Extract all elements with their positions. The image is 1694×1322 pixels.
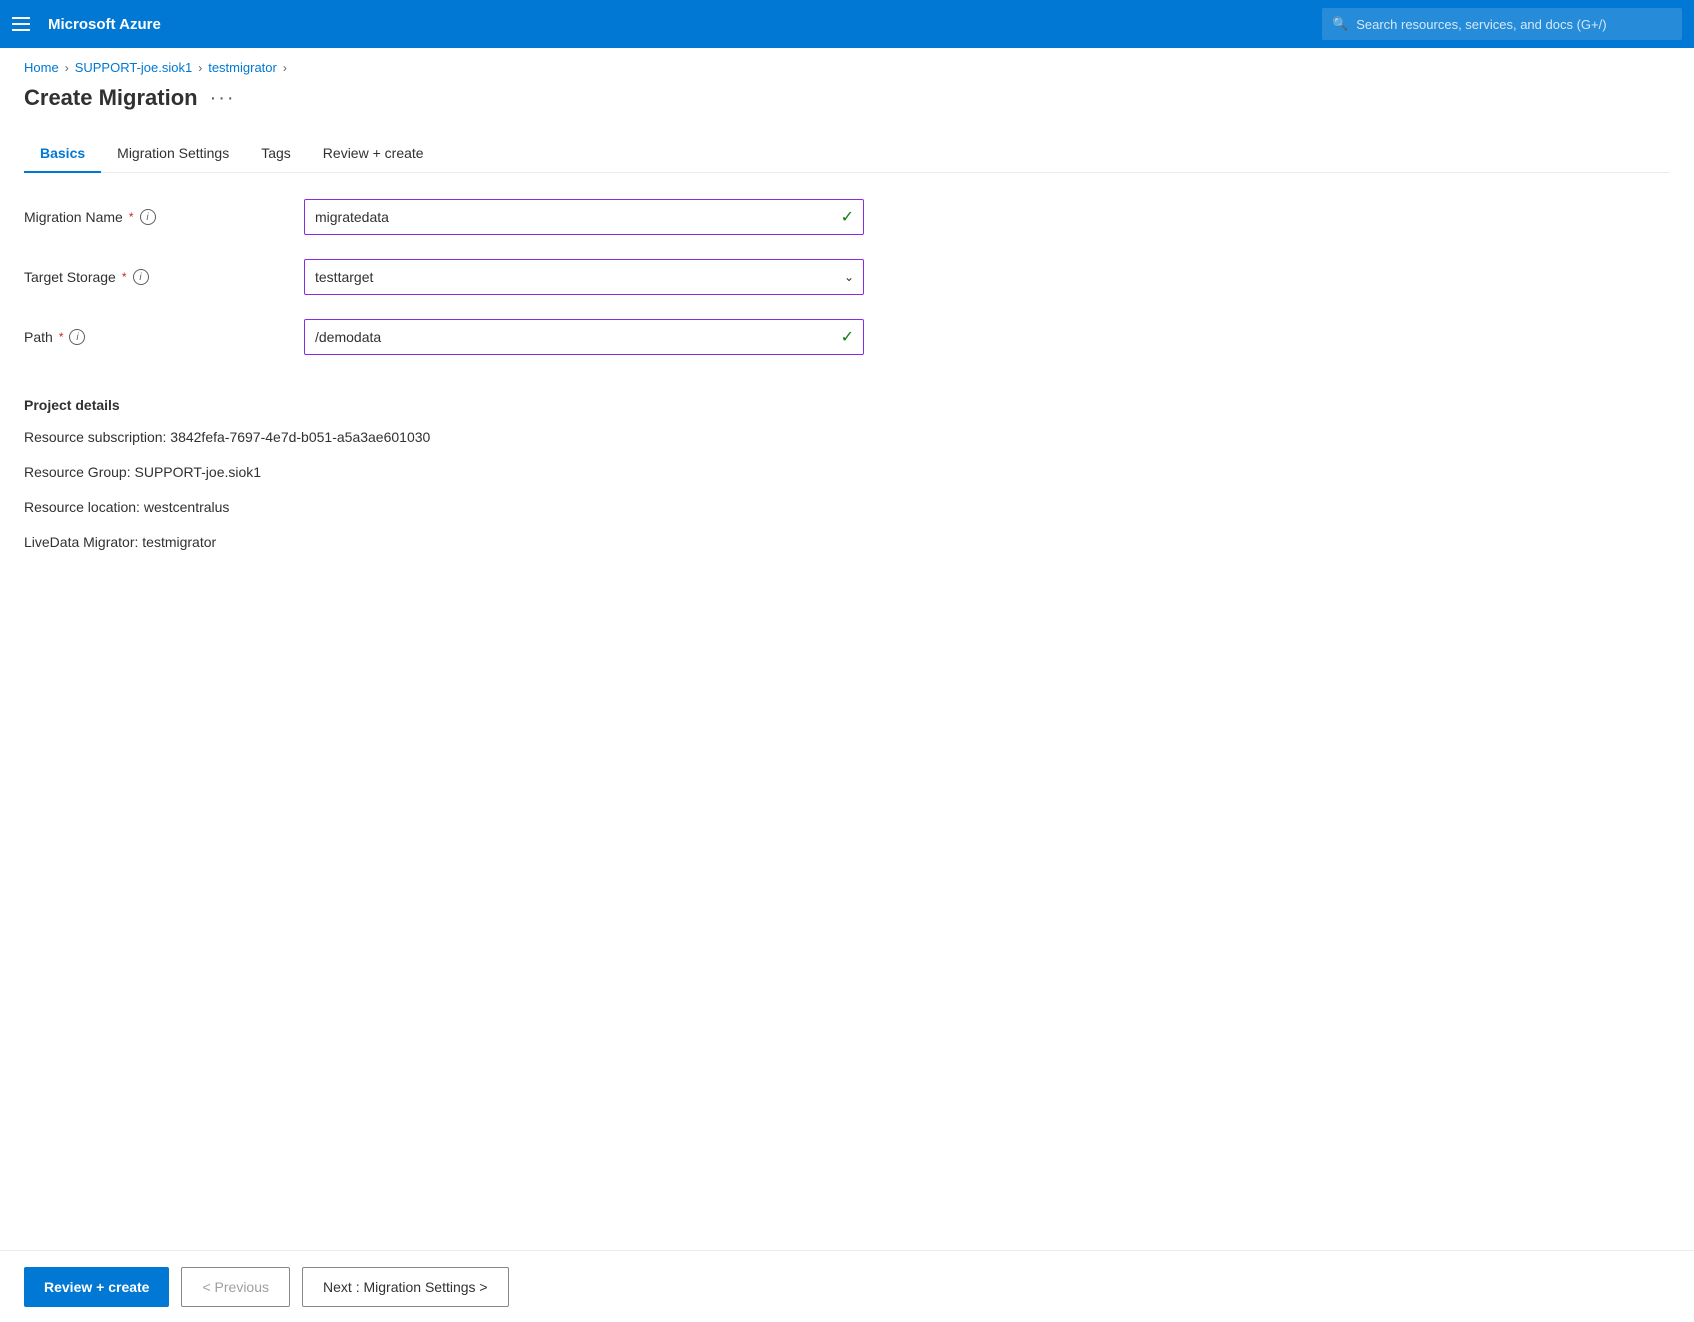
breadcrumb-support[interactable]: SUPPORT-joe.siok1 — [75, 60, 193, 75]
breadcrumb-home[interactable]: Home — [24, 60, 59, 75]
target-storage-input-wrapper: testtarget ⌄ — [304, 259, 864, 295]
migration-name-check-icon: ✓ — [841, 207, 854, 227]
breadcrumb-sep-2: › — [198, 61, 202, 75]
page-more-button[interactable]: ··· — [210, 87, 236, 110]
breadcrumb-sep-1: › — [65, 61, 69, 75]
path-input[interactable] — [304, 319, 864, 355]
project-detail-resource-group: Resource Group: SUPPORT-joe.siok1 — [24, 462, 1670, 483]
breadcrumb-testmigrator[interactable]: testmigrator — [208, 60, 277, 75]
tab-basics[interactable]: Basics — [24, 135, 101, 173]
target-storage-row: Target Storage * i testtarget ⌄ — [24, 257, 1670, 297]
migration-name-label-text: Migration Name — [24, 209, 123, 225]
path-required: * — [59, 330, 64, 344]
project-details-title: Project details — [24, 397, 1670, 413]
main-wrapper: Home › SUPPORT-joe.siok1 › testmigrator … — [0, 48, 1694, 1322]
path-row: Path * i ✓ — [24, 317, 1670, 357]
path-info-icon[interactable]: i — [69, 329, 85, 345]
project-detail-migrator: LiveData Migrator: testmigrator — [24, 532, 1670, 553]
path-label-text: Path — [24, 329, 53, 345]
project-details: Project details Resource subscription: 3… — [24, 397, 1670, 567]
migration-name-input[interactable] — [304, 199, 864, 235]
path-check-icon: ✓ — [841, 327, 854, 347]
breadcrumb-sep-3: › — [283, 61, 287, 75]
form-section: Migration Name * i ✓ Target Storage * i — [24, 197, 1670, 385]
migration-name-input-wrapper: ✓ — [304, 199, 864, 235]
search-icon: 🔍 — [1332, 16, 1348, 32]
path-label: Path * i — [24, 329, 304, 345]
next-migration-settings-button[interactable]: Next : Migration Settings > — [302, 1267, 509, 1307]
tab-review-create[interactable]: Review + create — [307, 135, 440, 173]
app-title: Microsoft Azure — [48, 16, 161, 33]
previous-button[interactable]: < Previous — [181, 1267, 290, 1307]
migration-name-row: Migration Name * i ✓ — [24, 197, 1670, 237]
target-storage-required: * — [122, 270, 127, 284]
target-storage-label: Target Storage * i — [24, 269, 304, 285]
content-panel: Basics Migration Settings Tags Review + … — [24, 127, 1670, 1250]
search-placeholder: Search resources, services, and docs (G+… — [1356, 17, 1606, 32]
topbar: Microsoft Azure 🔍 Search resources, serv… — [0, 0, 1694, 48]
search-bar[interactable]: 🔍 Search resources, services, and docs (… — [1322, 8, 1682, 40]
project-detail-subscription: Resource subscription: 3842fefa-7697-4e7… — [24, 427, 1670, 448]
tab-tags[interactable]: Tags — [245, 135, 307, 173]
path-input-wrapper: ✓ — [304, 319, 864, 355]
page-header: Create Migration ··· — [0, 81, 1694, 127]
target-storage-info-icon[interactable]: i — [133, 269, 149, 285]
target-storage-select[interactable]: testtarget — [304, 259, 864, 295]
tabs: Basics Migration Settings Tags Review + … — [24, 127, 1670, 173]
migration-name-info-icon[interactable]: i — [140, 209, 156, 225]
breadcrumb: Home › SUPPORT-joe.siok1 › testmigrator … — [0, 48, 1694, 81]
bottom-bar: Review + create < Previous Next : Migrat… — [0, 1250, 1694, 1322]
target-storage-label-text: Target Storage — [24, 269, 116, 285]
migration-name-label: Migration Name * i — [24, 209, 304, 225]
tab-migration-settings[interactable]: Migration Settings — [101, 135, 245, 173]
project-detail-location: Resource location: westcentralus — [24, 497, 1670, 518]
review-create-button[interactable]: Review + create — [24, 1267, 169, 1307]
migration-name-required: * — [129, 210, 134, 224]
hamburger-menu[interactable] — [12, 12, 36, 36]
page-title: Create Migration — [24, 85, 198, 111]
